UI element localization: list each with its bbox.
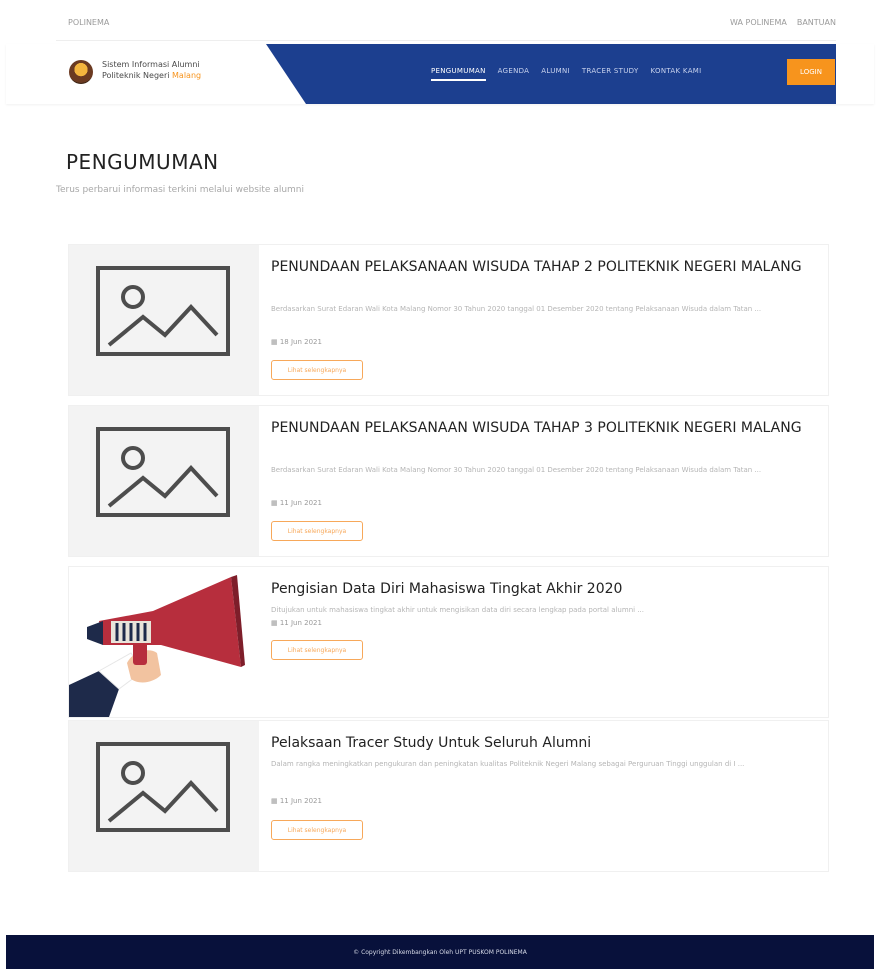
read-more-button[interactable]: Lihat selengkapnya <box>271 521 363 541</box>
image-placeholder-icon <box>96 742 230 832</box>
announcement-title[interactable]: PENUNDAAN PELAKSANAAN WISUDA TAHAP 3 POL… <box>271 420 811 437</box>
announcement-description: Dalam rangka meningkatkan pengukuran dan… <box>271 760 745 768</box>
calendar-icon: ▦ <box>271 797 280 805</box>
nav-agenda[interactable]: AGENDA <box>498 63 530 81</box>
announcement-thumbnail[interactable] <box>69 406 259 556</box>
image-placeholder-icon <box>96 427 230 517</box>
nav-tracer-study[interactable]: TRACER STUDY <box>582 63 639 81</box>
announcement-date: ▦ 11 Jun 2021 <box>271 797 322 805</box>
announcement-date: ▦ 18 Jun 2021 <box>271 338 322 346</box>
divider <box>56 40 836 41</box>
main-menu: PENGUMUMAN AGENDA ALUMNI TRACER STUDY KO… <box>431 63 701 81</box>
announcement-thumbnail[interactable] <box>69 721 259 871</box>
read-more-button[interactable]: Lihat selengkapnya <box>271 640 363 660</box>
footer-copyright: © Copyright Dikembangkan Oleh UPT PUSKOM… <box>353 948 527 956</box>
read-more-button[interactable]: Lihat selengkapnya <box>271 820 363 840</box>
announcement-card[interactable]: PENUNDAAN PELAKSANAAN WISUDA TAHAP 3 POL… <box>68 405 829 557</box>
topbar-link-wa[interactable]: WA POLINEMA <box>730 18 787 27</box>
announcement-description: Ditujukan untuk mahasiswa tingkat akhir … <box>271 606 644 614</box>
announcement-thumbnail[interactable] <box>69 567 259 717</box>
announcement-card[interactable]: Pengisian Data Diri Mahasiswa Tingkat Ak… <box>68 566 829 718</box>
nav-pengumuman[interactable]: PENGUMUMAN <box>431 63 486 81</box>
site-name-line1: Sistem Informasi Alumni <box>102 60 200 69</box>
topbar-link-bantuan[interactable]: BANTUAN <box>797 18 836 27</box>
login-button[interactable]: LOGIN <box>787 59 835 85</box>
announcement-date: ▦ 11 Jun 2021 <box>271 619 322 627</box>
calendar-icon: ▦ <box>271 619 280 627</box>
announcement-thumbnail[interactable] <box>69 245 259 395</box>
site-name-highlight: Malang <box>172 71 202 80</box>
navbar-menu-panel: PENGUMUMAN AGENDA ALUMNI TRACER STUDY KO… <box>266 44 836 104</box>
announcement-card[interactable]: PENUNDAAN PELAKSANAAN WISUDA TAHAP 2 POL… <box>68 244 829 396</box>
footer: © Copyright Dikembangkan Oleh UPT PUSKOM… <box>6 935 874 969</box>
topbar-links: WA POLINEMA BANTUAN <box>730 18 836 27</box>
calendar-icon: ▦ <box>271 338 280 346</box>
page-subtitle: Terus perbarui informasi terkini melalui… <box>56 185 305 195</box>
announcement-title[interactable]: PENUNDAAN PELAKSANAAN WISUDA TAHAP 2 POL… <box>271 259 811 276</box>
polinema-logo[interactable] <box>69 60 93 84</box>
image-placeholder-icon <box>96 266 230 356</box>
site-name-line2: Politeknik Negeri Malang <box>102 71 202 80</box>
announcement-date: ▦ 11 Jun 2021 <box>271 499 322 507</box>
site-name[interactable]: Sistem Informasi Alumni Politeknik Neger… <box>102 59 201 81</box>
announcement-card[interactable]: Pelaksaan Tracer Study Untuk Seluruh Alu… <box>68 720 829 872</box>
announcement-title[interactable]: Pengisian Data Diri Mahasiswa Tingkat Ak… <box>271 581 811 598</box>
navbar: Sistem Informasi Alumni Politeknik Neger… <box>6 44 874 104</box>
top-bar: POLINEMA WA POLINEMA BANTUAN <box>56 14 836 34</box>
nav-alumni[interactable]: ALUMNI <box>541 63 570 81</box>
announcement-description: Berdasarkan Surat Edaran Wali Kota Malan… <box>271 466 762 474</box>
page-title: PENGUMUMAN <box>50 150 219 182</box>
megaphone-illustration <box>69 575 245 717</box>
read-more-button[interactable]: Lihat selengkapnya <box>271 360 363 380</box>
announcement-description: Berdasarkan Surat Edaran Wali Kota Malan… <box>271 305 762 313</box>
calendar-icon: ▦ <box>271 499 280 507</box>
nav-kontak-kami[interactable]: KONTAK KAMI <box>651 63 702 81</box>
topbar-brand: POLINEMA <box>68 18 110 27</box>
announcement-title[interactable]: Pelaksaan Tracer Study Untuk Seluruh Alu… <box>271 735 811 752</box>
